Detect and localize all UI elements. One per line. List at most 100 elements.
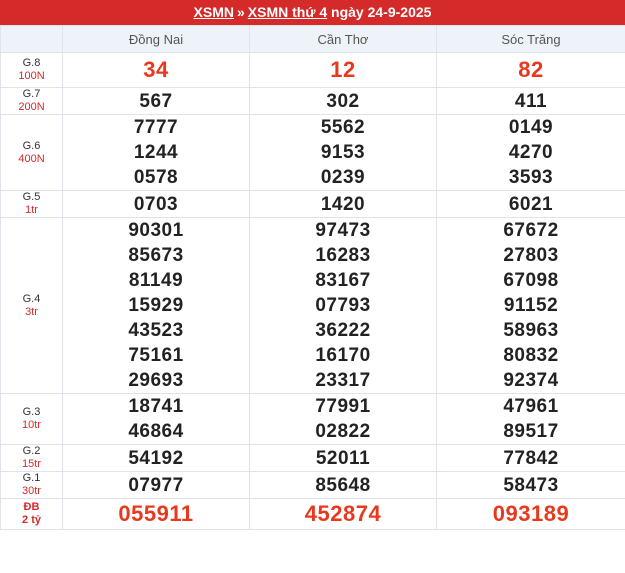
winning-number: 90301 (128, 220, 184, 241)
prize-label: G.2 15tr (0, 444, 63, 472)
prize-label: G.5 1tr (0, 190, 63, 218)
prize-name: G.6 (22, 139, 41, 152)
prize-label: ĐB 2 tỷ (0, 498, 63, 530)
winning-number: 43523 (128, 320, 184, 341)
prize-amount: 100N (18, 70, 45, 82)
winning-number: 6021 (508, 193, 554, 215)
prize-name: G.2 (22, 445, 41, 457)
winning-number: 77991 (315, 396, 371, 417)
winning-number: 0578 (133, 167, 179, 188)
results-table: Đồng Nai Cần Thơ Sóc Trăng G.8 100N 34 12 82… (0, 25, 625, 530)
province-header-soc-trang: Sóc Trăng (436, 25, 625, 53)
prize-cell: 452874 (249, 498, 437, 530)
winning-number: 47961 (503, 396, 559, 417)
winning-number: 92374 (503, 370, 559, 391)
prize-row: G.7 200N 567 302 411 (0, 87, 625, 115)
prize-label: G.7 200N (0, 87, 63, 115)
winning-number: 5562 (320, 117, 366, 138)
prize-cell: 90301 85673 81149 15929 43523 75161 29693 (62, 217, 250, 394)
province-header-dong-nai: Đồng Nai (62, 25, 250, 53)
winning-number: 89517 (503, 421, 559, 442)
prize-cell: 411 (436, 87, 625, 115)
winning-number: 02822 (315, 421, 371, 442)
prize-cell: 7777 1244 0578 (62, 114, 250, 191)
winning-number: 16170 (315, 345, 371, 366)
winning-number: 91152 (503, 295, 559, 316)
prize-cell: 055911 (62, 498, 250, 530)
winning-number: 82 (518, 57, 544, 82)
winning-number: 411 (514, 90, 548, 112)
prize-name: G.5 (22, 191, 41, 203)
prize-amount: 30tr (22, 485, 41, 497)
xsmn-link[interactable]: XSMN (194, 4, 234, 20)
prize-amount: 3tr (25, 305, 38, 318)
prize-cell: 47961 89517 (436, 393, 625, 445)
winning-number: 58473 (503, 474, 559, 496)
prize-cell: 1420 (249, 190, 437, 218)
prize-name: G.3 (22, 406, 41, 418)
prize-amount: 2 tỷ (22, 514, 41, 526)
prize-cell: 54192 (62, 444, 250, 472)
prize-cell: 77991 02822 (249, 393, 437, 445)
winning-number: 52011 (315, 447, 371, 469)
winning-number: 85673 (128, 245, 184, 266)
winning-number: 452874 (304, 501, 382, 526)
prize-name: G.7 (22, 88, 41, 100)
prize-label: G.3 10tr (0, 393, 63, 445)
prize-cell: 97473 16283 83167 07793 36222 16170 23317 (249, 217, 437, 394)
winning-number: 36222 (315, 320, 371, 341)
winning-number: 1244 (133, 142, 179, 163)
winning-number: 0149 (508, 117, 554, 138)
prize-cell: 5562 9153 0239 (249, 114, 437, 191)
prize-row: G.2 15tr 54192 52011 77842 (0, 444, 625, 472)
winning-number: 567 (139, 90, 173, 112)
winning-number: 54192 (128, 447, 184, 469)
prize-label: G.1 30tr (0, 471, 63, 499)
winning-number: 12 (330, 57, 356, 82)
winning-number: 7777 (133, 117, 179, 138)
winning-number: 67672 (503, 220, 559, 241)
prize-cell: 67672 27803 67098 91152 58963 80832 92374 (436, 217, 625, 394)
winning-number: 07793 (315, 295, 371, 316)
winning-number: 80832 (503, 345, 559, 366)
winning-number: 81149 (128, 270, 184, 291)
prize-cell: 567 (62, 87, 250, 115)
winning-number: 27803 (503, 245, 559, 266)
prize-cell: 82 (436, 52, 625, 88)
prize-amount: 400N (18, 152, 45, 165)
prize-row: ĐB 2 tỷ 055911 452874 093189 (0, 498, 625, 530)
winning-number: 23317 (315, 370, 371, 391)
prize-cell: 18741 46864 (62, 393, 250, 445)
winning-number: 18741 (128, 396, 184, 417)
results-body: G.8 100N 34 12 82 G.7 200N 567 302 411 G.6 400N 7777… (0, 52, 625, 530)
prize-cell: 34 (62, 52, 250, 88)
winning-number: 4270 (508, 142, 554, 163)
winning-number: 0703 (133, 193, 179, 215)
prize-label: G.4 3tr (0, 217, 63, 394)
winning-number: 9153 (320, 142, 366, 163)
winning-number: 3593 (508, 167, 554, 188)
prize-row: G.5 1tr 0703 1420 6021 (0, 190, 625, 218)
prize-column-header (0, 25, 63, 53)
winning-number: 97473 (315, 220, 371, 241)
prize-cell: 0149 4270 3593 (436, 114, 625, 191)
prize-row: G.1 30tr 07977 85648 58473 (0, 471, 625, 499)
winning-number: 85648 (315, 474, 371, 496)
winning-number: 07977 (128, 474, 184, 496)
prize-cell: 07977 (62, 471, 250, 499)
prize-amount: 200N (18, 101, 45, 113)
prize-cell: 6021 (436, 190, 625, 218)
prize-row: G.4 3tr 90301 85673 81149 15929 43523 75161 2969… (0, 217, 625, 394)
winning-number: 055911 (118, 501, 194, 526)
draw-date: ngày 24-9-2025 (331, 4, 432, 20)
winning-number: 0239 (320, 167, 366, 188)
prize-amount: 1tr (25, 204, 38, 216)
winning-number: 75161 (128, 345, 184, 366)
prize-cell: 302 (249, 87, 437, 115)
winning-number: 093189 (492, 501, 570, 526)
prize-cell: 12 (249, 52, 437, 88)
winning-number: 16283 (315, 245, 371, 266)
breadcrumb-separator: » (236, 4, 245, 20)
xsmn-wednesday-link[interactable]: XSMN thứ 4 (248, 4, 327, 20)
prize-label: G.8 100N (0, 52, 63, 88)
